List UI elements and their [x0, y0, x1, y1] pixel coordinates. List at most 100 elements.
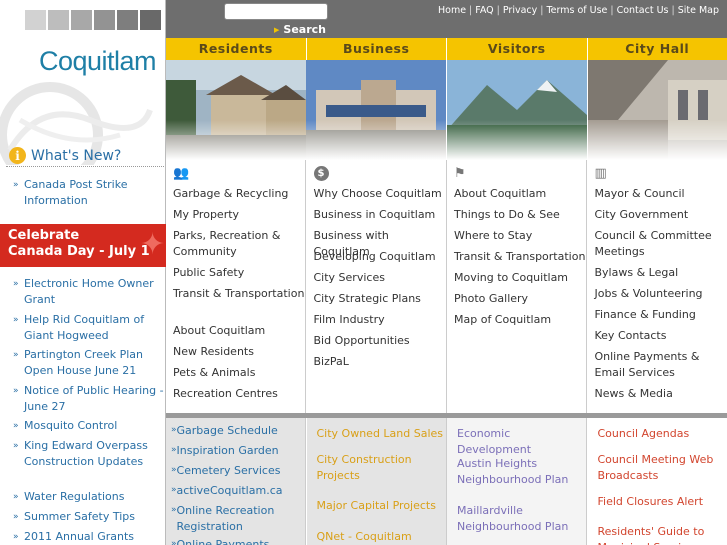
sidebar-link[interactable]: » Water Regulations [13, 489, 168, 505]
sidebar-link-label: Partington Creek Plan Open House June 21 [24, 348, 144, 377]
sidebar-link-label: Canada Post Strike Information [24, 178, 128, 207]
sidebar-link[interactable]: » Partington Creek Plan Open House June 2… [13, 347, 168, 379]
quick-link[interactable]: QNet - Coquitlam Optical [317, 529, 445, 545]
menu-item[interactable]: City Services [314, 270, 447, 286]
quick-link[interactable]: » activeCoquitlam.ca [171, 483, 299, 499]
chevron-right-icon: » [13, 350, 19, 360]
sidebar-link[interactable]: » Canada Post Strike Information [13, 177, 168, 209]
menu-item[interactable]: Business in Coquitlam [314, 207, 447, 223]
menu-item[interactable]: Pets & Animals [173, 365, 306, 381]
menu-item[interactable]: My Property [173, 207, 306, 223]
menu-item[interactable]: Mayor & Council [595, 186, 727, 202]
tab-business[interactable]: Business [307, 38, 447, 60]
quick-links-column: » Garbage Schedule » Inspiration Garden » … [166, 418, 306, 545]
quick-link[interactable]: Economic Development [457, 426, 585, 457]
menu-item[interactable]: Garbage & Recycling [173, 186, 306, 202]
swatch [71, 10, 92, 30]
menu-item[interactable]: City Government [595, 207, 727, 223]
menu-item[interactable]: Online Payments & Email Services [595, 349, 727, 380]
quick-link[interactable]: » Online Payments [171, 537, 299, 545]
toplink-contact-us[interactable]: Contact Us [617, 5, 669, 16]
whats-new-heading[interactable]: i What's New? [9, 147, 121, 164]
sidebar-link[interactable]: » Notice of Public Hearing - June 27 [13, 383, 168, 415]
menu-item[interactable]: Bid Opportunities [314, 333, 447, 349]
menu-item[interactable]: Council & Committee Meetings [595, 228, 727, 259]
menu-item[interactable]: Where to Stay [454, 228, 587, 244]
menu-item[interactable]: Things to Do & See [454, 207, 587, 223]
menu-item[interactable]: City Strategic Plans [314, 291, 447, 307]
search-input[interactable] [224, 3, 328, 20]
quick-link[interactable]: Major Capital Projects [317, 498, 445, 514]
sidebar-link[interactable]: » Help Rid Coquitlam of Giant Hogweed [13, 312, 168, 344]
utility-links: Home | FAQ | Privacy | Terms of Use | Contact Us… [438, 5, 719, 16]
toplink-privacy[interactable]: Privacy [503, 5, 537, 16]
menu-item[interactable]: Photo Gallery [454, 291, 587, 307]
menu-item[interactable]: Bylaws & Legal [595, 265, 727, 281]
menu-item[interactable]: About Coquitlam [173, 323, 306, 339]
menu-item[interactable]: News & Media [595, 386, 727, 402]
tab-residents[interactable]: Residents [166, 38, 307, 60]
menu-item[interactable]: Transit & Transportation [173, 286, 306, 302]
sidebar-link[interactable]: » Summer Safety Tips [13, 509, 168, 525]
nav-column-city-hall: ▥ Mayor & Council City Government Council &… [588, 160, 727, 413]
quick-link-label: Inspiration Garden [176, 444, 279, 457]
chevron-right-icon: » [13, 315, 19, 325]
menu-item[interactable]: Film Industry [314, 312, 447, 328]
quick-link[interactable]: Field Closures Alert [598, 494, 726, 510]
sidebar-link-label: Help Rid Coquitlam of Giant Hogweed [24, 313, 145, 342]
quick-link[interactable]: City Owned Land Sales [317, 426, 445, 442]
link-separator: | [540, 5, 544, 16]
visitors-photo [447, 60, 587, 160]
menu-item[interactable]: Transit & Transportation [454, 249, 587, 265]
canada-day-banner[interactable]: Celebrate Canada Day - July 1 ✦ [0, 224, 166, 267]
menu-item[interactable]: About Coquitlam [454, 186, 587, 202]
coquitlam-logo[interactable]: Coquitlam [39, 46, 157, 77]
chevron-right-icon: » [13, 441, 19, 451]
tab-visitors[interactable]: Visitors [447, 38, 588, 60]
quick-link[interactable]: » Online Recreation Registration [171, 503, 299, 534]
left-sidebar: Coquitlam i What's New? » Canada Post Str… [0, 0, 166, 545]
menu-item[interactable]: Map of Coquitlam [454, 312, 587, 328]
quick-link[interactable]: Maillardville Neighbourhood Plan [457, 503, 585, 534]
menu-item[interactable]: Jobs & Volunteering [595, 286, 727, 302]
toplink-home[interactable]: Home [438, 5, 466, 16]
menu-item[interactable]: Why Choose Coquitlam [314, 186, 447, 202]
sidebar-link-label: Water Regulations [24, 490, 125, 503]
toplink-terms-of-use[interactable]: Terms of Use [546, 5, 607, 16]
toplink-site-map[interactable]: Site Map [678, 5, 719, 16]
whats-new-label: What's New? [31, 147, 122, 164]
menu-item[interactable]: BizPaL [314, 354, 447, 370]
link-separator: | [496, 5, 500, 16]
quick-link[interactable]: » Inspiration Garden [171, 443, 299, 459]
menu-item[interactable]: Finance & Funding [595, 307, 727, 323]
menu-item[interactable]: Moving to Coquitlam [454, 270, 587, 286]
nav-column-business: $ Why Choose Coquitlam Business in Coquitl… [307, 160, 447, 413]
menu-item[interactable]: New Residents [173, 344, 306, 360]
search-button-label: Search [283, 23, 326, 36]
toplink-faq[interactable]: FAQ [475, 5, 493, 16]
swatch [94, 10, 115, 30]
quick-link[interactable]: Council Meeting Web Broadcasts [598, 452, 726, 483]
sidebar-link[interactable]: » Mosquito Control [13, 418, 168, 434]
search-button[interactable]: ▶ Search [274, 23, 326, 36]
sidebar-link[interactable]: » Electronic Home Owner Grant [13, 276, 168, 308]
menu-item[interactable]: Developing Coquitlam [314, 249, 447, 265]
quick-link-label: Garbage Schedule [176, 424, 278, 437]
menu-item[interactable]: Public Safety [173, 265, 306, 281]
swatch [25, 10, 46, 30]
menu-item[interactable]: Parks, Recreation & Community [173, 228, 306, 259]
quick-link[interactable]: Council Agendas [598, 426, 726, 442]
sidebar-link[interactable]: » 2011 Annual Grants [13, 529, 168, 545]
quick-link-label: activeCoquitlam.ca [176, 484, 283, 497]
sidebar-link[interactable]: » King Edward Overpass Construction Updat… [13, 438, 168, 470]
tab-city-hall[interactable]: City Hall [588, 38, 727, 60]
quick-link[interactable]: » Cemetery Services [171, 463, 299, 479]
quick-link[interactable]: Austin Heights Neighbourhood Plan [457, 456, 585, 487]
sidebar-link-label: Mosquito Control [24, 419, 118, 432]
quick-link[interactable]: City Construction Projects [317, 452, 445, 483]
quick-link[interactable]: » Garbage Schedule [171, 423, 299, 439]
quick-link[interactable]: Residents' Guide to Municipal Services [598, 524, 726, 545]
menu-item[interactable]: Recreation Centres [173, 386, 306, 402]
menu-item[interactable]: Key Contacts [595, 328, 727, 344]
quick-links-column: Council Agendas Council Meeting Web Broad… [587, 418, 727, 545]
